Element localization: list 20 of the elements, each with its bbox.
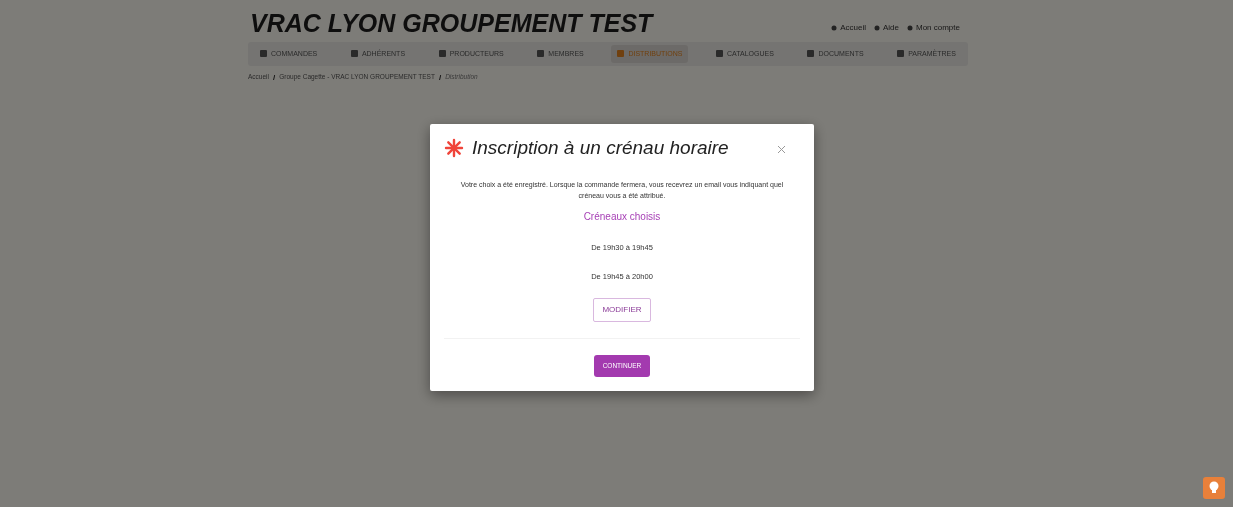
modal-title: Inscription à un crénau horaire bbox=[472, 136, 729, 160]
square-icon bbox=[537, 50, 545, 58]
modify-button[interactable]: MODIFIER bbox=[593, 298, 651, 323]
breadcrumb-separator: / bbox=[438, 72, 442, 84]
close-icon bbox=[777, 145, 786, 155]
square-icon bbox=[807, 50, 815, 58]
square-icon bbox=[438, 50, 446, 58]
square-icon bbox=[260, 50, 267, 58]
top-link[interactable]: Mon compte bbox=[906, 21, 960, 34]
lightbulb-icon[interactable] bbox=[1203, 477, 1225, 499]
section-subtitle: Créneaux choisis bbox=[582, 209, 662, 224]
site-title: VRAC LYON GROUPEMENT TEST bbox=[250, 10, 653, 38]
square-icon bbox=[617, 50, 625, 58]
top-link[interactable]: Accueil bbox=[831, 21, 866, 34]
square-icon bbox=[716, 50, 724, 58]
star-icon bbox=[444, 138, 464, 159]
top-link[interactable]: Aide bbox=[873, 21, 899, 34]
square-icon bbox=[897, 50, 905, 58]
square-icon bbox=[350, 50, 358, 58]
breadcrumb-separator: / bbox=[272, 72, 276, 84]
